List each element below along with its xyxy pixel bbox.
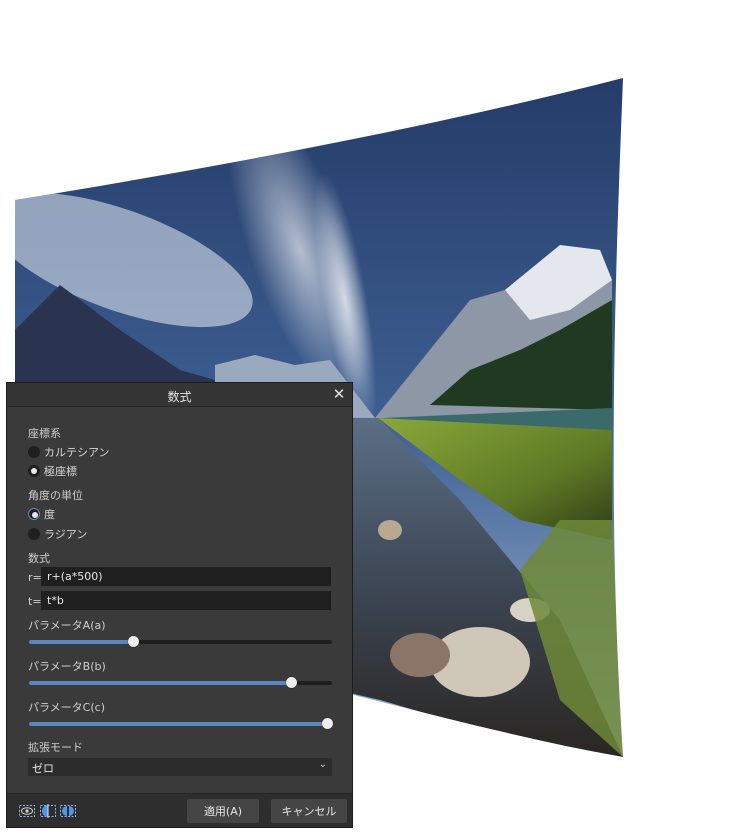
close-icon[interactable]: ✕	[330, 385, 348, 403]
r-formula-input[interactable]	[41, 567, 331, 586]
param-b-slider[interactable]	[29, 676, 332, 690]
param-a-slider[interactable]	[29, 635, 332, 649]
radio-radians[interactable]: ラジアン	[28, 527, 87, 541]
radio-label: 度	[44, 508, 55, 521]
angle-unit-label: 角度の単位	[28, 489, 83, 502]
slider-fill	[29, 640, 133, 644]
dialog-footer: 適用(A) キャンセル	[7, 793, 352, 827]
dialog-titlebar: 数式 ✕	[7, 383, 352, 407]
param-c-label: パラメータC(c)	[28, 701, 105, 714]
radio-label: ラジアン	[44, 528, 88, 541]
radio-dot	[28, 528, 40, 540]
slider-knob[interactable]	[128, 636, 139, 647]
radio-polar[interactable]: 極座標	[28, 464, 77, 478]
param-a-label: パラメータA(a)	[28, 619, 106, 632]
extend-mode-value: ゼロ	[32, 762, 54, 775]
radio-dot	[28, 508, 40, 520]
chevron-down-icon: ⌄	[318, 759, 327, 770]
extend-mode-select[interactable]: ゼロ ⌄	[28, 758, 332, 776]
mirror-view-icon[interactable]	[60, 803, 76, 819]
r-prefix-label: r=	[28, 571, 42, 584]
apply-button[interactable]: 適用(A)	[187, 799, 259, 823]
slider-fill	[29, 722, 327, 726]
preview-eye-icon[interactable]	[19, 803, 35, 819]
radio-label: 極座標	[44, 465, 77, 478]
t-prefix-label: t=	[28, 595, 42, 608]
radio-dot	[28, 465, 40, 477]
formula-dialog: 数式 ✕ 座標系 カルテシアン 極座標 角度の単位 度 ラジアン 数式 r= t…	[6, 382, 353, 828]
slider-fill	[29, 681, 291, 685]
param-c-slider[interactable]	[29, 717, 333, 731]
param-b-label: パラメータB(b)	[28, 660, 106, 673]
dialog-title: 数式	[167, 390, 192, 404]
extend-mode-label: 拡張モード	[28, 741, 83, 754]
cancel-button[interactable]: キャンセル	[271, 799, 347, 823]
split-view-icon[interactable]	[40, 803, 56, 819]
radio-label: カルテシアン	[44, 446, 110, 459]
radio-cartesian[interactable]: カルテシアン	[28, 445, 110, 459]
formula-label: 数式	[28, 552, 50, 565]
radio-dot	[28, 446, 40, 458]
coordinate-system-label: 座標系	[28, 427, 61, 440]
slider-knob[interactable]	[286, 677, 297, 688]
t-formula-input[interactable]	[41, 591, 331, 610]
radio-degrees[interactable]: 度	[28, 507, 55, 521]
slider-knob[interactable]	[322, 718, 333, 729]
